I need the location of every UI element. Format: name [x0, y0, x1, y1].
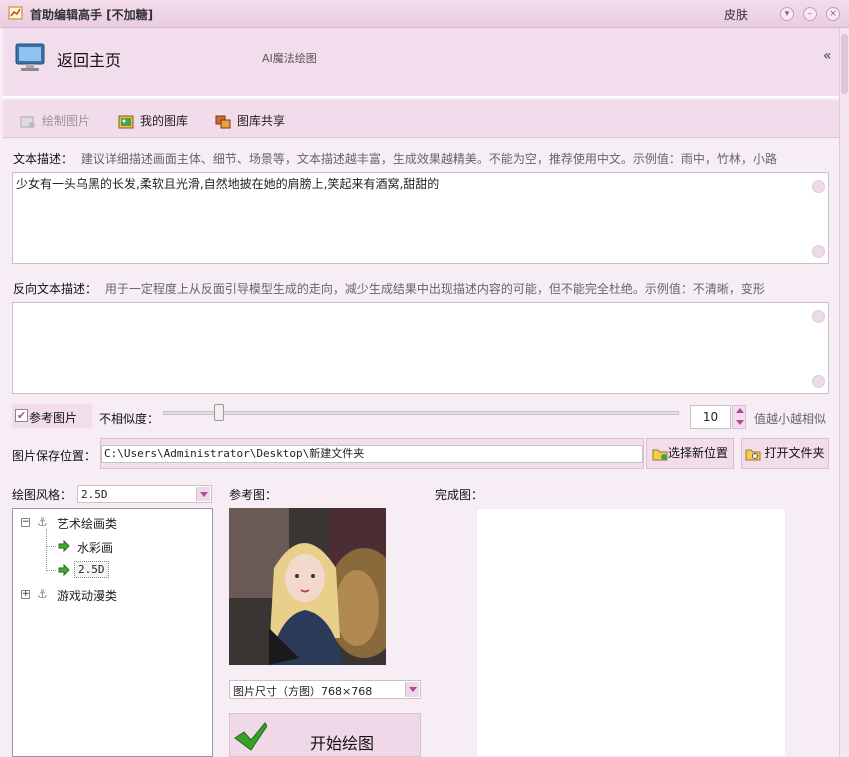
- chevron-down-icon[interactable]: [405, 682, 419, 697]
- tree-node-2-5d[interactable]: 2.5D: [74, 561, 109, 578]
- window-title: 首助编辑高手 [不加糖]: [30, 8, 154, 22]
- spin-buttons[interactable]: [732, 405, 746, 429]
- back-home-link[interactable]: 返回主页: [57, 47, 121, 71]
- window-scrollbar[interactable]: [839, 28, 849, 757]
- prompt-hint: 建议详细描述画面主体、细节、场景等，文本描述越丰富，生成效果越精美。不能为空，推…: [80, 152, 777, 166]
- spin-down-icon[interactable]: [736, 420, 744, 425]
- dissimilarity-label: 不相似度：: [99, 412, 160, 426]
- draw-icon: [20, 116, 35, 128]
- reference-checkbox[interactable]: ✔: [15, 409, 28, 422]
- tree-node-watercolor[interactable]: 水彩画: [77, 539, 113, 556]
- anchor-icon: ⚓: [37, 587, 48, 601]
- style-tree: − ⚓ 艺术绘画类 水彩画 2.5D + ⚓ 游戏动漫类: [12, 508, 213, 757]
- anchor-icon: ⚓: [37, 515, 48, 529]
- share-icon: [215, 115, 231, 128]
- folder-search-icon: [745, 449, 761, 460]
- spin-hint: 值越小越相似: [754, 412, 827, 426]
- tree-line: [46, 570, 56, 571]
- reference-image[interactable]: [229, 508, 386, 665]
- collapse-button[interactable]: «: [823, 48, 832, 64]
- negative-prompt-text: [13, 303, 828, 307]
- prompt-label: 文本描述：: [13, 152, 74, 166]
- save-path-label: 图片保存位置：: [12, 449, 97, 463]
- tree-expand-icon[interactable]: +: [21, 590, 30, 599]
- tab-draw-image-label: 绘制图片: [42, 114, 91, 128]
- skin-button[interactable]: 皮肤: [724, 6, 748, 23]
- negative-prompt-scrollbar[interactable]: [812, 305, 826, 391]
- tree-line: [46, 546, 56, 547]
- style-label: 绘图风格：: [12, 488, 73, 502]
- negative-prompt-input[interactable]: [12, 302, 829, 394]
- ref-image-label: 参考图：: [229, 488, 278, 502]
- spin-up-icon[interactable]: [736, 408, 744, 413]
- folder-add-icon: [652, 449, 668, 460]
- prompt-scrollbar[interactable]: [812, 175, 826, 261]
- header-panel: [3, 28, 839, 98]
- start-drawing-button[interactable]: 开始绘图: [229, 713, 421, 757]
- monitor-icon[interactable]: [14, 42, 46, 74]
- tree-collapse-icon[interactable]: −: [21, 518, 30, 527]
- reference-checkbox-label: 参考图片: [29, 411, 78, 425]
- save-path-frame: C:\Users\Administrator\Desktop\新建文件夹: [100, 438, 644, 469]
- arrow-right-icon: [58, 540, 70, 552]
- negative-prompt-label-row: 反向文本描述： 用于一定程度上从反面引导模型生成的走向，减少生成结果中出现描述内…: [13, 280, 765, 297]
- app-logo-icon: [8, 6, 23, 20]
- style-select-value: 2.5D: [81, 488, 108, 501]
- dissimilarity-slider-thumb[interactable]: [213, 404, 224, 421]
- tab-gallery-share[interactable]: 图库共享: [215, 112, 285, 129]
- prompt-input[interactable]: 少女有一头乌黑的长发,柔软且光滑,自然地披在她的肩膀上,笑起来有酒窝,甜甜的: [12, 172, 829, 264]
- gallery-icon: [118, 115, 134, 128]
- minimize-button[interactable]: –: [803, 7, 817, 21]
- result-label: 完成图：: [435, 488, 484, 502]
- choose-location-label: 选择新位置: [667, 446, 728, 460]
- reference-checkbox-group[interactable]: ✔ 参考图片: [12, 404, 92, 428]
- negative-prompt-hint: 用于一定程度上从反面引导模型生成的走向，减少生成结果中出现描述内容的可能，但不能…: [104, 282, 765, 296]
- tree-node-art[interactable]: 艺术绘画类: [57, 515, 117, 532]
- result-image-area: [476, 508, 786, 757]
- arrow-right-icon: [58, 564, 70, 576]
- size-select[interactable]: 图片尺寸（方图）768×768: [229, 680, 421, 699]
- dropdown-window-icon[interactable]: ▾: [780, 7, 794, 21]
- page-title: AI魔法绘图: [262, 52, 317, 65]
- tab-my-gallery[interactable]: 我的图库: [118, 112, 188, 129]
- style-select[interactable]: 2.5D: [77, 485, 212, 503]
- tree-node-game-anime[interactable]: 游戏动漫类: [57, 587, 117, 604]
- size-select-value: 图片尺寸（方图）768×768: [233, 685, 373, 698]
- close-button[interactable]: ×: [826, 7, 840, 21]
- tree-line: [46, 529, 47, 571]
- open-folder-label: 打开文件夹: [764, 446, 825, 460]
- checkmark-icon: [234, 722, 267, 751]
- choose-location-button[interactable]: 选择新位置: [646, 438, 734, 469]
- open-folder-button[interactable]: 打开文件夹: [741, 438, 829, 469]
- dissimilarity-slider-track[interactable]: [163, 411, 679, 415]
- prompt-text: 少女有一头乌黑的长发,柔软且光滑,自然地披在她的肩膀上,笑起来有酒窝,甜甜的: [16, 177, 440, 191]
- start-drawing-label: 开始绘图: [310, 734, 375, 753]
- prompt-label-row: 文本描述： 建议详细描述画面主体、细节、场景等，文本描述越丰富，生成效果越精美。…: [13, 150, 777, 167]
- tab-my-gallery-label: 我的图库: [140, 114, 189, 128]
- save-path-input[interactable]: C:\Users\Administrator\Desktop\新建文件夹: [101, 445, 643, 463]
- dissimilarity-spin-input[interactable]: 10: [690, 405, 731, 429]
- tab-draw-image[interactable]: 绘制图片: [20, 112, 90, 129]
- negative-prompt-label: 反向文本描述：: [13, 282, 98, 296]
- chevron-down-icon[interactable]: [196, 487, 210, 501]
- tab-gallery-share-label: 图库共享: [237, 114, 286, 128]
